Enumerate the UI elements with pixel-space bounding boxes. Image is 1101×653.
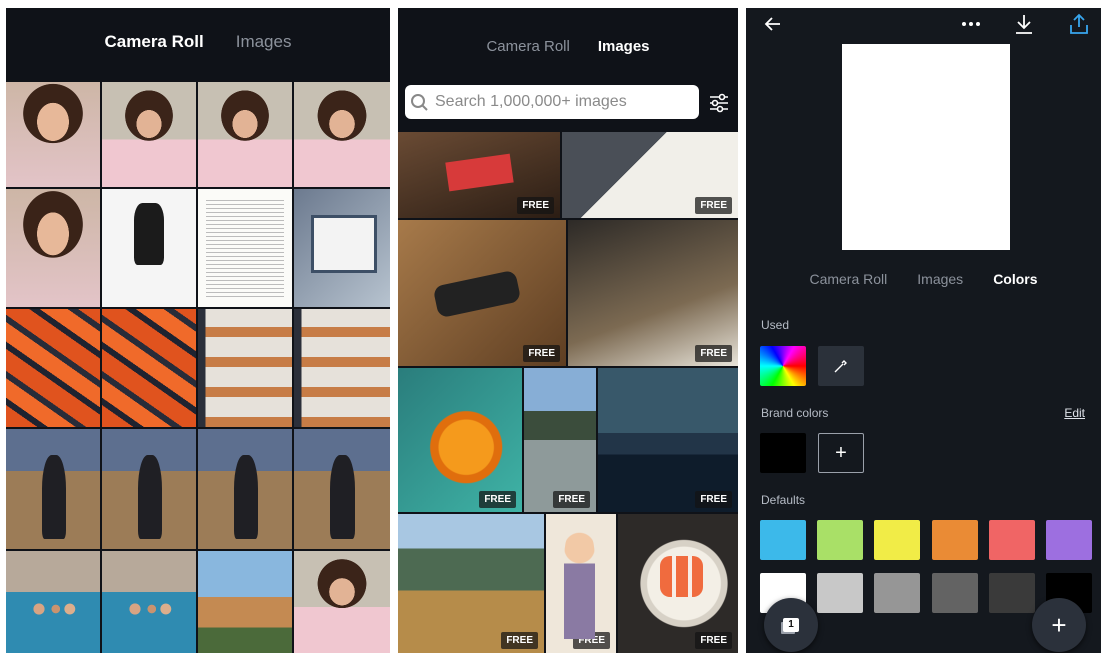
stock-image[interactable]: FREE (398, 514, 544, 653)
photo-thumbnail[interactable] (6, 429, 100, 549)
design-canvas[interactable] (842, 44, 1010, 250)
default-color-swatch[interactable] (817, 573, 864, 613)
brand-color-swatch[interactable] (760, 433, 806, 473)
media-tabs: Camera Roll Images (398, 38, 738, 55)
default-color-swatch[interactable] (874, 573, 921, 613)
plus-icon: + (1051, 609, 1067, 640)
free-badge: FREE (523, 345, 560, 362)
photo-thumbnail[interactable] (198, 429, 292, 549)
photo-thumbnail[interactable] (6, 82, 100, 187)
stock-image[interactable]: FREE (568, 220, 738, 366)
free-badge: FREE (573, 632, 610, 649)
eyedropper-icon (834, 360, 847, 373)
defaults-label: Defaults (761, 493, 806, 507)
photo-thumbnail[interactable] (198, 189, 292, 307)
photo-thumbnail[interactable] (198, 551, 292, 653)
photo-thumbnail[interactable] (198, 309, 292, 427)
stock-image[interactable]: FREE (398, 132, 560, 218)
photo-thumbnail[interactable] (198, 82, 292, 187)
back-arrow-icon[interactable] (763, 14, 783, 38)
default-color-swatch[interactable] (931, 520, 978, 560)
edit-brand-colors-link[interactable]: Edit (1064, 406, 1085, 420)
filter-icon[interactable] (708, 92, 730, 119)
tab-camera-roll[interactable]: Camera Roll (809, 271, 887, 287)
free-badge: FREE (695, 345, 732, 362)
pages-icon: 1 (783, 618, 799, 632)
media-tabs: Camera Roll Images (6, 32, 390, 52)
default-color-swatch[interactable] (874, 520, 921, 560)
photo-thumbnail[interactable] (6, 551, 100, 653)
colors-panel: Camera Roll Images Colors Used Brand col… (746, 8, 1101, 653)
default-color-swatch[interactable] (988, 520, 1035, 560)
camera-roll-panel: Camera Roll Images (6, 8, 390, 653)
photo-thumbnail[interactable] (294, 82, 390, 187)
default-color-swatch[interactable] (988, 573, 1035, 613)
tab-images[interactable]: Images (917, 271, 963, 287)
stock-image[interactable]: FREE (546, 514, 616, 653)
photo-thumbnail[interactable] (294, 429, 390, 549)
free-badge: FREE (695, 632, 732, 649)
default-color-swatch[interactable] (817, 520, 864, 560)
pages-button[interactable]: 1 (764, 598, 818, 652)
free-badge: FREE (553, 491, 590, 508)
tab-colors[interactable]: Colors (993, 271, 1037, 287)
media-tabs: Camera Roll Images Colors (746, 271, 1101, 287)
free-badge: FREE (501, 632, 538, 649)
plus-icon: + (835, 441, 847, 464)
color-picker-swatch[interactable] (760, 346, 806, 386)
stock-image[interactable]: FREE (618, 514, 738, 653)
free-badge: FREE (479, 491, 516, 508)
share-icon[interactable] (1068, 13, 1090, 39)
photo-thumbnail[interactable] (294, 189, 390, 307)
add-brand-color-button[interactable]: + (818, 433, 864, 473)
free-badge: FREE (695, 197, 732, 214)
tab-camera-roll[interactable]: Camera Roll (486, 38, 569, 55)
photo-thumbnail[interactable] (294, 551, 390, 653)
default-color-swatch[interactable] (1046, 520, 1092, 560)
download-icon[interactable] (1014, 13, 1034, 39)
stock-image[interactable]: FREE (398, 220, 566, 366)
default-color-swatch[interactable] (760, 520, 806, 560)
tab-images[interactable]: Images (598, 38, 650, 55)
search-icon (411, 94, 428, 111)
stock-image[interactable]: FREE (598, 368, 738, 512)
eyedropper-button[interactable] (818, 346, 864, 386)
photo-thumbnail[interactable] (102, 309, 196, 427)
search-input[interactable] (433, 92, 687, 112)
brand-colors-label: Brand colors (761, 406, 829, 420)
photo-thumbnail[interactable] (6, 309, 100, 427)
stock-image[interactable]: FREE (562, 132, 738, 218)
stock-image[interactable]: FREE (524, 368, 596, 512)
photo-thumbnail[interactable] (294, 309, 390, 427)
search-bar (405, 85, 699, 119)
photo-thumbnail[interactable] (102, 82, 196, 187)
tab-camera-roll[interactable]: Camera Roll (105, 32, 204, 52)
free-badge: FREE (695, 491, 732, 508)
images-panel: Camera Roll Images FREE FREE FREE FR (398, 8, 738, 653)
stock-image[interactable]: FREE (398, 368, 522, 512)
add-element-button[interactable]: + (1032, 598, 1086, 652)
more-options-icon[interactable] (960, 14, 982, 38)
tab-images[interactable]: Images (236, 32, 292, 52)
free-badge: FREE (517, 197, 554, 214)
photo-thumbnail[interactable] (102, 551, 196, 653)
photo-thumbnail[interactable] (102, 429, 196, 549)
photo-thumbnail[interactable] (6, 189, 100, 307)
photo-thumbnail[interactable] (102, 189, 196, 307)
used-label: Used (761, 318, 790, 332)
default-color-swatch[interactable] (931, 573, 978, 613)
